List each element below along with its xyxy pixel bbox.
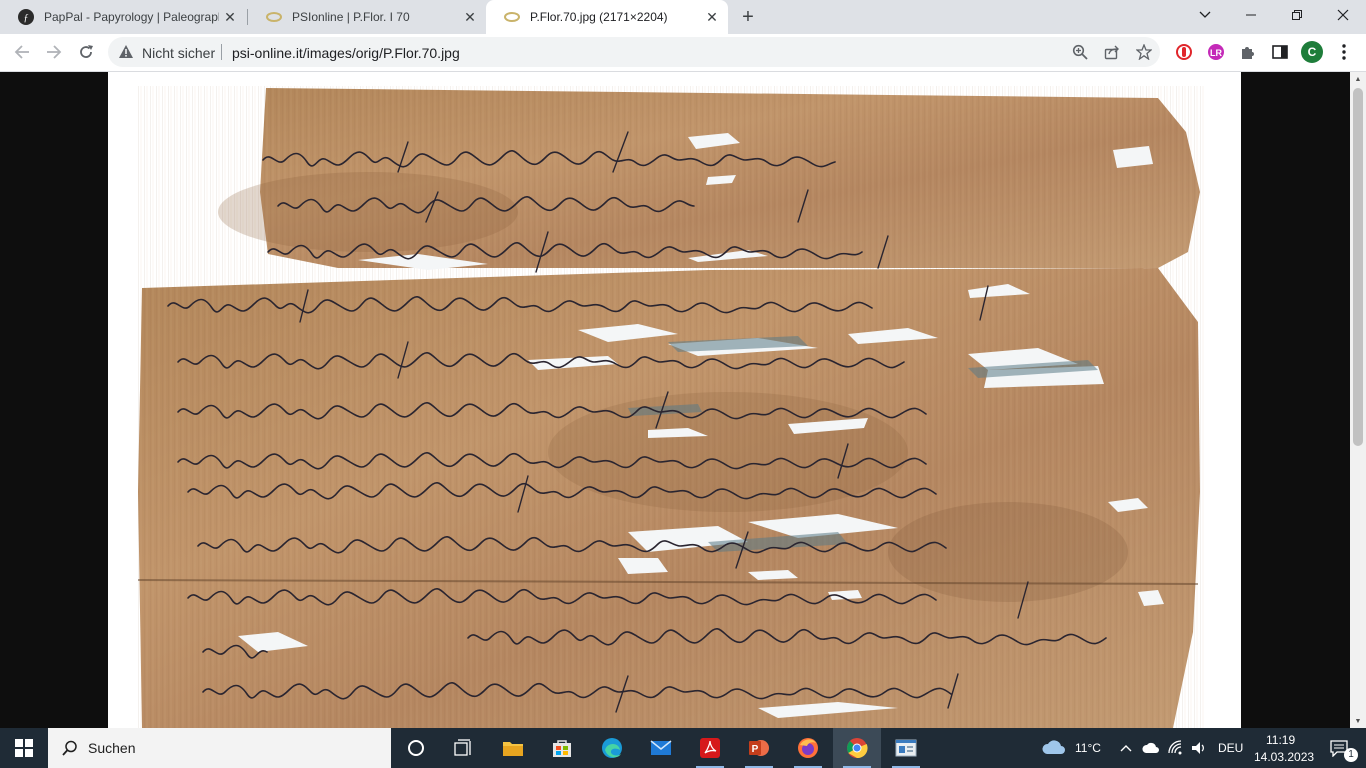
- firefox-icon: [798, 738, 818, 758]
- mail-button[interactable]: [637, 728, 685, 768]
- arrow-left-icon: [14, 45, 29, 59]
- new-tab-button[interactable]: +: [736, 5, 760, 29]
- tab-search-button[interactable]: [1182, 0, 1228, 30]
- reload-button[interactable]: [72, 38, 100, 66]
- restore-icon: [1292, 10, 1302, 20]
- acrobat-button[interactable]: [686, 728, 734, 768]
- close-icon: [1337, 9, 1349, 21]
- notification-center-button[interactable]: 1: [1320, 728, 1360, 768]
- restore-button[interactable]: [1274, 0, 1320, 30]
- store-bag-icon: [553, 740, 571, 757]
- windows-taskbar: Suchen P 11°C DEU 11:19 14.03.2023 1: [0, 728, 1366, 768]
- svg-text:ƒ: ƒ: [24, 13, 29, 24]
- cortana-button[interactable]: [392, 728, 440, 768]
- acrobat-icon: [700, 738, 720, 758]
- warning-icon[interactable]: [118, 44, 134, 65]
- scrollbar-thumb[interactable]: [1353, 88, 1363, 446]
- address-bar[interactable]: Nicht sicher psi-online.it/images/orig/P…: [108, 37, 1160, 67]
- notification-count-badge: 1: [1344, 748, 1358, 762]
- svg-text:P: P: [752, 744, 759, 755]
- tab-psionline[interactable]: PSIonline | P.Flor. I 70 ✕: [248, 0, 486, 34]
- weather-widget[interactable]: [1036, 728, 1072, 768]
- papyrus-image[interactable]: [108, 72, 1241, 728]
- papyrus-fragment: [136, 86, 1206, 728]
- pappal-favicon-icon: ƒ: [18, 9, 34, 25]
- search-icon: [62, 740, 77, 756]
- extensions-puzzle-icon[interactable]: [1238, 42, 1258, 62]
- bookmark-star-icon[interactable]: [1134, 42, 1154, 62]
- omnibox-divider: [221, 44, 222, 60]
- app-window-button[interactable]: [882, 728, 930, 768]
- tab-title: PapPal - Papyrology | Paleography: [44, 10, 219, 24]
- onedrive-button[interactable]: [1140, 728, 1162, 768]
- chevron-up-icon: [1120, 745, 1132, 752]
- close-window-button[interactable]: [1320, 0, 1366, 30]
- scroll-up-arrow-icon[interactable]: ▲: [1350, 72, 1366, 86]
- minimize-icon: [1246, 14, 1256, 16]
- search-placeholder: Suchen: [88, 740, 136, 756]
- volume-button[interactable]: [1188, 728, 1210, 768]
- back-button[interactable]: [8, 38, 36, 66]
- tab-title: PSIonline | P.Flor. I 70: [292, 10, 410, 24]
- app-window-icon: [895, 739, 917, 757]
- arrow-right-icon: [47, 45, 62, 59]
- menu-dots-icon[interactable]: [1334, 42, 1354, 62]
- speaker-icon: [1192, 742, 1204, 754]
- zoom-icon[interactable]: [1070, 42, 1090, 62]
- firefox-button[interactable]: [784, 728, 832, 768]
- chevron-down-icon: [1199, 11, 1211, 18]
- task-view-button[interactable]: [440, 728, 488, 768]
- psi-favicon-icon: [504, 9, 520, 25]
- cloud-icon: [1042, 740, 1065, 754]
- start-button[interactable]: [0, 728, 48, 768]
- clock-time[interactable]: 11:19: [1266, 733, 1295, 747]
- browser-toolbar: Nicht sicher psi-online.it/images/orig/P…: [0, 34, 1366, 72]
- reload-icon: [80, 45, 93, 58]
- psi-favicon-icon: [266, 9, 282, 25]
- chrome-icon: [847, 738, 868, 759]
- mail-icon: [650, 740, 672, 755]
- extension-purple-icon[interactable]: LR: [1206, 42, 1226, 62]
- forward-button[interactable]: [40, 38, 68, 66]
- powerpoint-button[interactable]: P: [735, 728, 783, 768]
- taskbar-search-box[interactable]: Suchen: [48, 728, 391, 768]
- tab-strip: ƒ PapPal - Papyrology | Paleography ✕ PS…: [0, 0, 1366, 34]
- windows-logo-icon: [15, 739, 33, 757]
- tab-image[interactable]: P.Flor.70.jpg (2171×2204) ✕: [486, 0, 728, 34]
- extension-red-icon[interactable]: [1174, 42, 1194, 62]
- store-button[interactable]: [538, 728, 586, 768]
- url-text[interactable]: psi-online.it/images/orig/P.Flor.70.jpg: [232, 45, 460, 61]
- input-language[interactable]: DEU: [1218, 741, 1243, 755]
- page-viewport: ▲ ▼: [0, 72, 1366, 728]
- weather-temperature[interactable]: 11°C: [1075, 741, 1101, 755]
- tab-title: P.Flor.70.jpg (2171×2204): [530, 10, 668, 24]
- svg-text:LR: LR: [1210, 48, 1222, 58]
- security-status[interactable]: Nicht sicher: [142, 45, 215, 61]
- folder-icon: [503, 742, 523, 756]
- vertical-scrollbar[interactable]: ▲ ▼: [1350, 72, 1366, 728]
- profile-avatar[interactable]: C: [1301, 41, 1323, 63]
- powerpoint-icon: P: [749, 740, 769, 756]
- scroll-down-arrow-icon[interactable]: ▼: [1350, 714, 1366, 728]
- close-tab-icon[interactable]: ✕: [704, 9, 720, 25]
- side-panel-icon[interactable]: [1270, 42, 1290, 62]
- tray-overflow-button[interactable]: [1116, 728, 1136, 768]
- edge-icon: [602, 738, 622, 758]
- wifi-icon: [1168, 740, 1182, 755]
- chrome-button[interactable]: [833, 728, 881, 768]
- file-explorer-button[interactable]: [489, 728, 537, 768]
- task-view-icon: [454, 739, 471, 756]
- close-tab-icon[interactable]: ✕: [222, 9, 238, 25]
- minimize-button[interactable]: [1228, 0, 1274, 30]
- cortana-circle-icon: [408, 740, 424, 756]
- share-icon[interactable]: [1102, 42, 1122, 62]
- clock-date[interactable]: 14.03.2023: [1254, 750, 1314, 764]
- edge-button[interactable]: [588, 728, 636, 768]
- close-tab-icon[interactable]: ✕: [462, 9, 478, 25]
- network-button[interactable]: [1164, 728, 1186, 768]
- onedrive-cloud-icon: [1142, 742, 1159, 753]
- tab-pappal[interactable]: ƒ PapPal - Papyrology | Paleography ✕: [0, 0, 246, 34]
